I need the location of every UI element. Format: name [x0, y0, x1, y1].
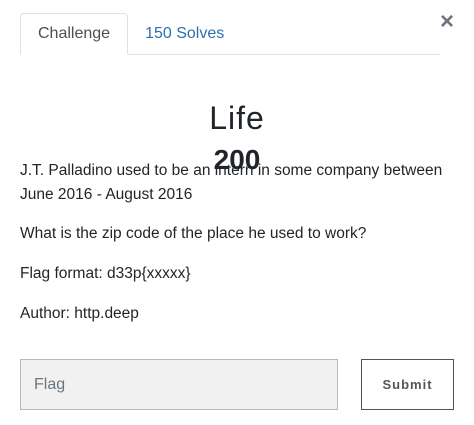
challenge-author: Author: http.deep [20, 305, 139, 322]
challenge-name: Life [209, 99, 265, 136]
tab-solves-label: 150 Solves [145, 25, 225, 42]
close-modal-button[interactable]: × [440, 10, 454, 34]
tab-solves[interactable]: 150 Solves [128, 14, 241, 54]
close-icon: × [439, 8, 454, 35]
challenge-description-intro: J.T. Palladino used to be an intern in s… [20, 162, 443, 203]
submit-button[interactable]: Submit [361, 359, 454, 410]
tab-challenge[interactable]: Challenge [20, 13, 129, 55]
flag-input[interactable] [20, 359, 338, 410]
challenge-flag-format: Flag format: d33p{xxxxx} [20, 265, 191, 282]
challenge-tabs: Challenge 150 Solves [20, 13, 440, 55]
challenge-description-question: What is the zip code of the place he use… [20, 225, 367, 242]
tab-challenge-label: Challenge [38, 25, 111, 42]
